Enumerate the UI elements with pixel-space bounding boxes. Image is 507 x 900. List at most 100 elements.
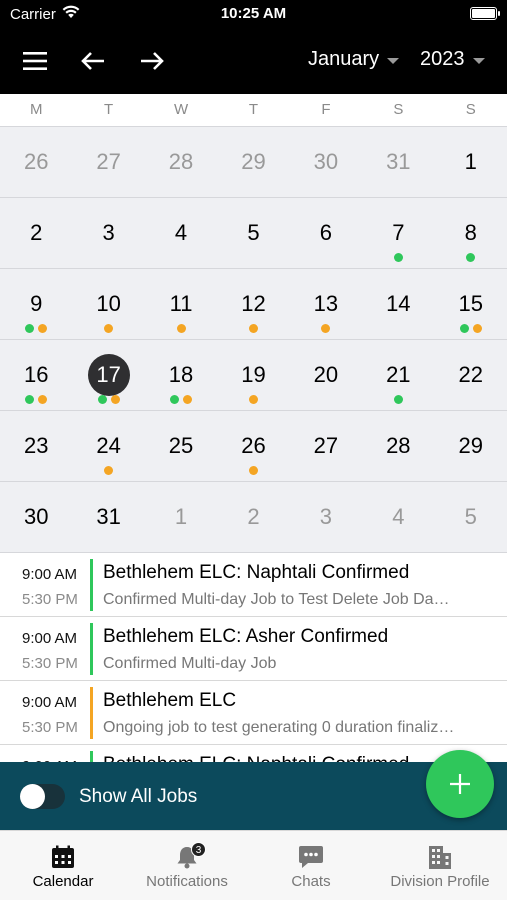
ongoing-job-dot <box>321 324 331 333</box>
calendar-day[interactable]: 31 <box>362 127 434 197</box>
calendar-day-number: 11 <box>169 291 193 316</box>
job-status-bar <box>90 687 93 739</box>
job-description: Confirmed Multi-day Job to Test Delete J… <box>103 591 450 608</box>
ongoing-job-dot <box>248 324 258 333</box>
calendar-day[interactable]: 15 <box>435 269 507 339</box>
job-title: Bethlehem ELC <box>103 690 237 711</box>
tab-calendar[interactable]: Calendar <box>31 843 95 890</box>
calendar-day-number: 28 <box>168 149 194 174</box>
calendar-day[interactable]: 24 <box>72 411 144 481</box>
calendar-day-number: 26 <box>23 149 49 174</box>
calendar-day-selected[interactable]: 17 <box>72 340 144 410</box>
calendar-day[interactable]: 7 <box>362 198 434 268</box>
calendar-day[interactable]: 5 <box>435 482 507 552</box>
tab-calendar-label: Calendar <box>32 873 94 890</box>
calendar-day[interactable]: 29 <box>435 411 507 481</box>
tab-chats[interactable]: Chats <box>285 843 337 890</box>
calendar-day[interactable]: 19 <box>217 340 289 410</box>
job-indicator-dots <box>362 395 434 404</box>
job-end-time: 5:30 PM <box>22 655 78 672</box>
battery-level <box>472 9 495 18</box>
next-month-button[interactable] <box>133 42 171 80</box>
job-status-bar <box>90 559 93 611</box>
calendar-day[interactable]: 4 <box>145 198 217 268</box>
calendar-day[interactable]: 20 <box>290 340 362 410</box>
calendar-day-number: 30 <box>23 504 49 529</box>
calendar-day-number: 29 <box>241 149 266 174</box>
calendar-day[interactable]: 30 <box>290 127 362 197</box>
calendar-day[interactable]: 3 <box>290 482 362 552</box>
calendar-day[interactable]: 31 <box>72 482 144 552</box>
ongoing-job-dot <box>104 324 114 333</box>
calendar-day-number: 31 <box>386 149 411 174</box>
confirmed-job-dot <box>170 395 180 404</box>
calendar-day-number: 3 <box>102 220 115 245</box>
calendar-day[interactable]: 29 <box>217 127 289 197</box>
calendar-day[interactable]: 3 <box>72 198 144 268</box>
calendar-day[interactable]: 5 <box>217 198 289 268</box>
year-picker[interactable]: 2023 <box>420 48 485 71</box>
show-all-jobs-toggle[interactable] <box>20 784 65 809</box>
job-list-item[interactable]: 9:00 AM 5:30 PM Bethlehem ELC Ongoing job t… <box>0 681 507 745</box>
calendar-day[interactable]: 18 <box>145 340 217 410</box>
show-all-jobs-label: Show All Jobs <box>79 786 198 807</box>
previous-month-button[interactable] <box>74 42 112 80</box>
ongoing-job-dot <box>110 395 120 404</box>
calendar-day[interactable]: 14 <box>362 269 434 339</box>
calendar-day[interactable]: 4 <box>362 482 434 552</box>
calendar-day[interactable]: 1 <box>145 482 217 552</box>
calendar-day[interactable]: 30 <box>0 482 72 552</box>
job-list-item[interactable]: 9:00 AM5:30 PMBethlehem ELC: Naphtali Co… <box>0 745 507 762</box>
calendar-day-number: 18 <box>168 362 194 387</box>
calendar-day-number: 17 <box>87 354 130 396</box>
calendar-day[interactable]: 21 <box>362 340 434 410</box>
job-list[interactable]: 9:00 AM 5:30 PM Bethlehem ELC: Naphtali Co… <box>0 552 507 762</box>
weekday-label: S <box>393 101 404 118</box>
tab-division-profile-label: Division Profile <box>390 873 490 890</box>
calendar-day[interactable]: 23 <box>0 411 72 481</box>
calendar-day[interactable]: 2 <box>0 198 72 268</box>
ongoing-job-dot <box>248 466 258 475</box>
weekday-label: T <box>248 101 259 118</box>
calendar-day[interactable]: 13 <box>290 269 362 339</box>
calendar-day[interactable]: 8 <box>435 198 507 268</box>
calendar-day[interactable]: 12 <box>217 269 289 339</box>
calendar-day[interactable]: 27 <box>290 411 362 481</box>
calendar-day[interactable]: 11 <box>145 269 217 339</box>
calendar-day-number: 27 <box>96 149 121 174</box>
calendar-day[interactable]: 10 <box>72 269 144 339</box>
add-job-button[interactable] <box>426 750 494 818</box>
weekday-label: S <box>465 101 476 118</box>
app-screen: Carrier 10:25 AM January 2023 M T W T F … <box>0 0 507 900</box>
calendar-day[interactable]: 28 <box>362 411 434 481</box>
tab-notifications[interactable]: 3 Notifications <box>142 842 232 890</box>
job-list-item[interactable]: 9:00 AM 5:30 PM Bethlehem ELC: Asher Confi… <box>0 617 507 681</box>
calendar-day[interactable]: 6 <box>290 198 362 268</box>
weekday-label: M <box>29 101 43 118</box>
calendar-day-number: 8 <box>464 220 477 245</box>
confirmed-job-dot <box>459 324 469 333</box>
tab-division-profile[interactable]: Division Profile <box>387 843 493 890</box>
calendar-day[interactable]: 2 <box>217 482 289 552</box>
job-status-bar <box>90 751 93 762</box>
month-picker[interactable]: January <box>308 48 400 71</box>
job-list-item[interactable]: 9:00 AM5:30 PMBethlehem ELC: Naphtali Co… <box>0 553 507 617</box>
calendar-day[interactable]: 26 <box>217 411 289 481</box>
calendar-day[interactable]: 28 <box>145 127 217 197</box>
calendar-day-number: 26 <box>241 433 266 458</box>
calendar-day[interactable]: 16 <box>0 340 72 410</box>
weekday-label: W <box>173 101 189 118</box>
calendar-day[interactable]: 27 <box>72 127 144 197</box>
notification-badge: 3 <box>191 842 206 857</box>
calendar-day-number: 20 <box>313 362 339 387</box>
menu-button[interactable] <box>16 42 54 80</box>
calendar-icon <box>31 843 95 871</box>
job-status-bar <box>90 623 93 675</box>
calendar-day[interactable]: 22 <box>435 340 507 410</box>
calendar-day[interactable]: 1 <box>435 127 507 197</box>
calendar-day[interactable]: 9 <box>0 269 72 339</box>
calendar-day-number: 22 <box>458 362 483 387</box>
calendar-day[interactable]: 26 <box>0 127 72 197</box>
calendar-day-number: 14 <box>386 291 411 316</box>
calendar-day[interactable]: 25 <box>145 411 217 481</box>
